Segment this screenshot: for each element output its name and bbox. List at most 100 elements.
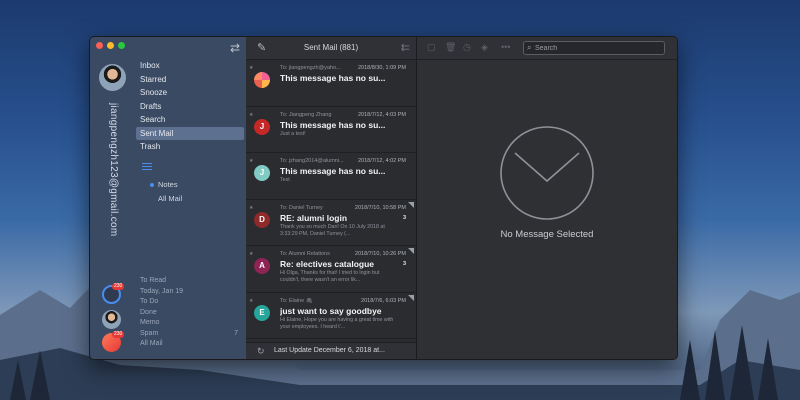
sidebar-item-label: Today, Jan 19 (140, 287, 184, 295)
star-icon[interactable]: ★ (249, 205, 253, 211)
sender-avatar: D (254, 211, 270, 228)
flag-icon (408, 248, 414, 254)
sidebar-item-search[interactable]: Search (136, 113, 244, 127)
list-item[interactable]: ★ J To: Jiangpeng Zhang 2018/7/12, 4:03 … (246, 107, 416, 153)
list-item[interactable]: ★ E To: Elaine 🖇 2018/7/6, 6:03 PM just … (246, 293, 416, 339)
thread-count: 3 (402, 214, 406, 221)
zoom-window-button[interactable] (118, 42, 125, 49)
snooze-icon[interactable]: ◷ (463, 42, 471, 53)
folder-title: Sent Mail (881) (303, 43, 359, 52)
message-recipient: To: Alumni Relations (280, 251, 330, 257)
account-email: jiangpengzh123@gmail.com (108, 103, 119, 237)
sender-avatar: A (254, 258, 270, 274)
archive-icon[interactable]: ▢ (427, 42, 436, 53)
message-subject: This message has no su... (280, 166, 386, 176)
flag-icon (408, 294, 414, 301)
sidebar-item-starred[interactable]: Starred (136, 73, 244, 87)
message-recipient: To: jzhang2014@alumni... (280, 158, 344, 164)
list-item[interactable]: ★ To: jiangpengzh@yaho... 2018/8/30, 1:0… (246, 60, 416, 107)
sidebar-item-today[interactable]: Today, Jan 19 (140, 287, 242, 298)
sidebar-item-inbox[interactable]: Inbox (136, 59, 244, 73)
message-date: 2018/7/12, 4:03 PM (357, 111, 406, 118)
account-avatar-3[interactable] (102, 310, 121, 329)
folder-list: Inbox Starred Snooze Drafts Search Sent … (136, 59, 244, 154)
last-update-status: Last Update December 6, 2018 at... (274, 347, 385, 354)
message-recipient: To: jiangpengzh@yaho... (280, 65, 341, 71)
message-recipient: To: Elaine 🖇 (280, 298, 360, 304)
sidebar-item-trash[interactable]: Trash (136, 140, 244, 154)
message-preview: Test (280, 177, 290, 183)
message-subject: Re: electives catalogue (280, 259, 375, 269)
trash-icon[interactable]: 🗑 (445, 42, 456, 53)
search-input[interactable] (535, 42, 655, 54)
sidebar-item-drafts[interactable]: Drafts (136, 100, 244, 114)
sidebar-item-memo[interactable]: Memo (140, 318, 242, 329)
message-recipient: To: Daniel Turney (280, 204, 323, 211)
sidebar-item-sent-mail[interactable]: Sent Mail (136, 126, 244, 140)
sidebar-item-to-read[interactable]: To Read (140, 276, 242, 287)
message-date: 2018/7/12, 4:02 PM (357, 158, 406, 164)
list-item[interactable]: ★ J To: jzhang2014@alumni... 2018/7/12, … (246, 153, 416, 200)
sidebar-item-label: Memo (140, 319, 160, 326)
message-subject: This message has no su... (280, 119, 386, 130)
reading-pane: ▢ 🗑 ◷ ◈ ••• ⌕ No Message Selected (417, 37, 677, 359)
sidebar-item-spam[interactable]: Spam 7 (140, 329, 242, 340)
star-icon[interactable]: ★ (249, 112, 253, 118)
star-icon[interactable]: ★ (249, 251, 253, 257)
sidebar-item-notes[interactable]: Notes (150, 180, 178, 189)
sender-avatar (254, 72, 270, 88)
smart-folder-list: To Read Today, Jan 19 To Do Done Memo Sp… (140, 276, 242, 350)
sidebar-item-to-do[interactable]: To Do (140, 297, 242, 308)
message-date: 2018/7/6, 6:03 PM (361, 297, 406, 304)
message-list: ✎ Sent Mail (881) ⇇ ★ To: jiangpengzh@ya… (246, 37, 417, 359)
message-list-header: ✎ Sent Mail (881) ⇇ (246, 37, 416, 60)
message-date: 2018/7/10, 10:58 PM (354, 204, 406, 211)
thread-count: 3 (402, 261, 406, 267)
close-window-button[interactable] (96, 42, 103, 49)
message-subject: This message has no su... (280, 73, 386, 83)
envelope-icon (500, 126, 594, 220)
sidebar-item-label: To Read (140, 277, 167, 284)
message-subject: RE: alumni login (280, 212, 348, 223)
minimize-window-button[interactable] (107, 42, 114, 49)
label-icon[interactable]: ◈ (481, 42, 488, 53)
list-item[interactable]: ★ D To: Daniel Turney 2018/7/10, 10:58 P… (246, 200, 416, 246)
unread-badge: 230 (112, 331, 125, 338)
sidebar-item-done[interactable]: Done (140, 308, 242, 319)
list-item[interactable]: ★ A To: Alumni Relations 2018/7/10, 10:2… (246, 246, 416, 293)
more-folders-icon[interactable] (142, 161, 152, 172)
notes-dot-icon (150, 183, 154, 188)
message-recipient: To: Jiangpeng Zhang (280, 111, 332, 118)
sidebar-item-label: Done (140, 308, 157, 316)
no-message-label: No Message Selected (500, 229, 594, 240)
reader-toolbar: ▢ 🗑 ◷ ◈ ••• ⌕ (417, 37, 677, 60)
sidebar-item-all-mail[interactable]: All Mail (158, 194, 182, 203)
refresh-icon[interactable]: ↻ (257, 346, 265, 357)
star-icon[interactable]: ★ (249, 158, 253, 164)
sidebar-item-all-mail-smart[interactable]: All Mail (140, 339, 242, 350)
search-icon: ⌕ (527, 43, 532, 52)
sidebar-item-snooze[interactable]: Snooze (136, 86, 244, 100)
more-icon[interactable]: ••• (501, 42, 510, 52)
sidebar-item-label: To Do (140, 298, 159, 305)
unread-badge: 230 (112, 283, 125, 290)
attachment-icon: 🖇 (305, 297, 313, 304)
message-date: 2018/7/10, 10:26 PM (354, 251, 406, 257)
flag-icon (408, 201, 414, 208)
search-field[interactable]: ⌕ (523, 41, 665, 55)
sidebar-item-label: All Mail (140, 340, 163, 347)
sidebar-item-label: Notes (158, 180, 178, 189)
recipient-text: To: Elaine (280, 297, 305, 304)
sender-avatar: E (254, 304, 270, 321)
list-footer: ↻ Last Update December 6, 2018 at... (246, 342, 416, 359)
switch-account-icon[interactable]: ⇄ (230, 41, 240, 55)
message-preview: Hi Olga, Thanks for that! I tried to log… (280, 270, 380, 283)
account-avatar[interactable] (99, 64, 126, 91)
reply-all-icon[interactable]: ⇇ (401, 41, 410, 54)
star-icon[interactable]: ★ (249, 65, 253, 71)
sender-avatar: J (254, 118, 270, 135)
sender-avatar: J (254, 165, 270, 181)
star-icon[interactable]: ★ (249, 298, 253, 304)
sidebar: ⇄ jiangpengzh123@gmail.com Inbox Starred… (90, 37, 246, 359)
window-controls (96, 42, 125, 49)
